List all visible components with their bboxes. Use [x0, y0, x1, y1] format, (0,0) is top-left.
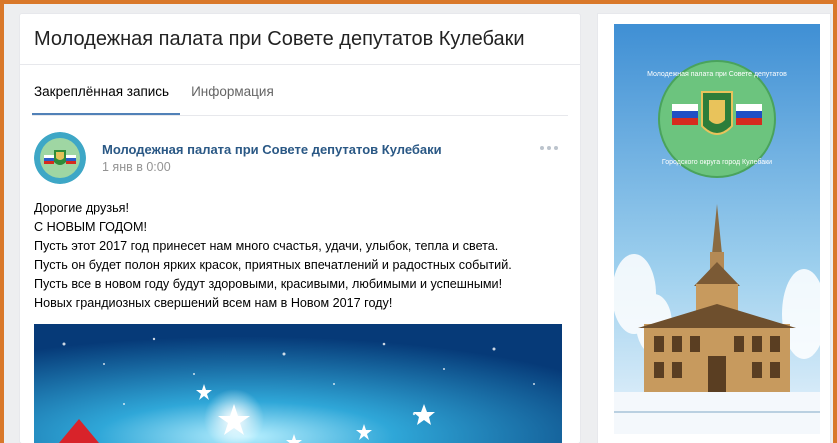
tab-pinned-post[interactable]: Закреплённая запись [34, 84, 169, 114]
post-date[interactable]: 1 янв в 0:00 [102, 160, 171, 174]
community-photo[interactable]: Молодежная палата при Совете депутатов Г… [614, 24, 820, 434]
post-image[interactable] [34, 324, 562, 443]
post-text-line: Пусть все в новом году будут здоровыми, … [34, 277, 503, 291]
divider [32, 115, 568, 116]
svg-text:Городского округа город Кулеба: Городского округа город Кулебаки [662, 158, 772, 166]
community-main-card: Молодежная палата при Совете депутатов К… [20, 14, 580, 443]
community-cover-card: Молодежная палата при Совете депутатов Г… [598, 14, 830, 443]
post-text-line: Пусть этот 2017 год принесет нам много с… [34, 239, 499, 253]
tab-information[interactable]: Информация [191, 84, 274, 114]
svg-text:Молодежная палата при Совете д: Молодежная палата при Совете депутатов [647, 71, 787, 78]
post-text-line: Дорогие друзья! [34, 201, 129, 215]
divider [20, 64, 580, 65]
tabs-bar: Закреплённая запись Информация [34, 84, 274, 114]
post-text-line: Новых грандиозных свершений всем нам в Н… [34, 296, 393, 310]
post-author-link[interactable]: Молодежная палата при Совете депутатов К… [102, 142, 442, 157]
post-text: Дорогие друзья! С НОВЫМ ГОДОМ! Пусть это… [34, 199, 574, 313]
post-text-line: С НОВЫМ ГОДОМ! [34, 220, 147, 234]
post-text-line: Пусть он будет полон ярких красок, прият… [34, 258, 512, 272]
more-dots-icon[interactable] [540, 142, 562, 154]
avatar[interactable] [34, 132, 86, 184]
page-title: Молодежная палата при Совете депутатов К… [34, 28, 525, 50]
